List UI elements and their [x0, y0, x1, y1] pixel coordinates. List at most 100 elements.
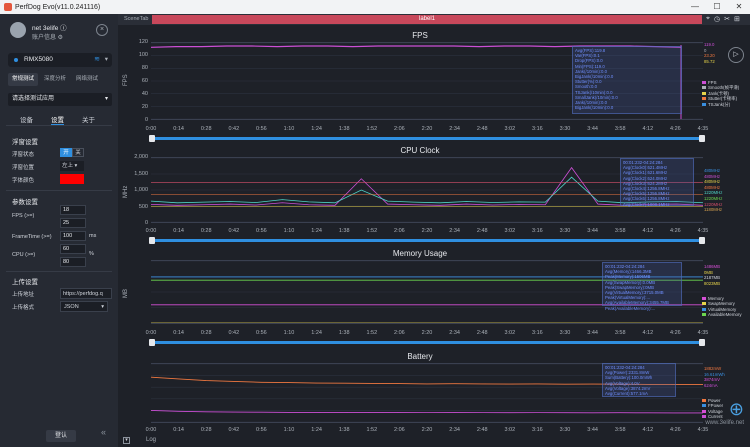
current-value: 1220MHz: [704, 195, 723, 201]
fps-threshold-input-2[interactable]: 25: [60, 218, 86, 228]
cpu-threshold-input-2[interactable]: 80: [60, 257, 86, 267]
x-tick-label: 0:42: [228, 228, 240, 234]
mode-tab-normal[interactable]: 常规测试: [8, 73, 39, 86]
device-name: RMX5080: [24, 56, 53, 63]
float-settings-title: 浮窗设置: [12, 139, 38, 146]
x-tick-label: 1:52: [366, 427, 378, 433]
maximize-button[interactable]: ☐: [706, 0, 728, 14]
x-tick-label: 0:56: [256, 228, 267, 234]
slider-handle-left[interactable]: [149, 135, 155, 142]
x-tick-label: 1:24: [311, 427, 322, 433]
window-controls: — ☐ ✕: [684, 0, 750, 14]
x-tick-label: 4:26: [670, 126, 681, 132]
x-tick-label: 1:24: [311, 126, 322, 132]
float-state-label: 浮窗状态: [12, 152, 35, 158]
font-color-swatch[interactable]: [60, 174, 84, 184]
cpu-threshold-input-1[interactable]: 60: [60, 244, 86, 254]
y-tick-label: 0: [144, 220, 148, 226]
x-tick-label: 3:30: [559, 228, 571, 234]
upload-url-input[interactable]: https://perfdog.q: [60, 288, 112, 299]
account-info-link[interactable]: 账户信息 ⚙: [32, 32, 63, 41]
login-button[interactable]: 登认: [46, 430, 76, 442]
memory-time-slider[interactable]: [149, 339, 705, 346]
title-bar: PerfDog Evo(v11.0.241116) — ☐ ✕: [0, 0, 750, 14]
right-strip: ▷: [722, 25, 750, 435]
x-tick-label: 2:48: [476, 228, 488, 234]
device-select[interactable]: RMX5080 ≋ ▾: [8, 53, 112, 67]
memory-y-label: MB: [123, 289, 129, 298]
float-state-toggle[interactable]: 开 关: [60, 148, 84, 157]
x-tick-label: 3:58: [614, 330, 626, 336]
fps-threshold-input-1[interactable]: 18: [60, 205, 86, 215]
float-off-option[interactable]: 关: [72, 148, 84, 157]
float-position-select[interactable]: 左上 ▾: [60, 161, 84, 171]
x-tick-label: 1:10: [283, 427, 295, 433]
params-settings-title: 参数设置: [12, 199, 38, 206]
slider-handle-right[interactable]: [699, 135, 705, 142]
play-icon[interactable]: ▷: [728, 47, 744, 63]
device-status-icon: [14, 58, 18, 62]
current-value: 480MHz: [704, 179, 721, 185]
upload-format-label: 上传格式: [12, 305, 35, 311]
app-select[interactable]: 请选择测试应用 ▾: [8, 93, 112, 106]
x-tick-label: 0:28: [200, 126, 212, 132]
fps-stats-box: Avg(FPS):119.8 Var(FPS):0.1 Drop(FPS):0.0 M…: [572, 46, 682, 114]
clock-icon[interactable]: ◷: [714, 15, 720, 23]
log-toggle-checkbox[interactable]: ▾: [123, 437, 130, 444]
tab-device[interactable]: 设备: [20, 114, 33, 125]
sidebar: net 3elife ⓘ 账户信息 ⚙ × RMX5080 ≋ ▾ 常规测试 深…: [0, 14, 118, 447]
x-tick-label: 0:28: [200, 228, 212, 234]
y-tick-label: 0: [144, 117, 148, 123]
chevron-down-icon: ▾: [104, 56, 108, 63]
top-icons: ⌖ ◷ ✂ ⊞: [706, 15, 740, 23]
legend-swatch: [702, 302, 706, 306]
x-tick-label: 3:16: [532, 330, 543, 336]
fps-time-slider[interactable]: [149, 135, 705, 142]
mode-tab-network[interactable]: 网络测试: [72, 73, 102, 86]
x-tick-label: 4:12: [642, 330, 654, 336]
slider-handle-left[interactable]: [149, 339, 155, 346]
tab-settings[interactable]: 设置: [51, 114, 64, 125]
avatar[interactable]: [10, 22, 26, 38]
float-on-option[interactable]: 开: [60, 148, 72, 157]
x-tick-label: 0:14: [173, 228, 184, 234]
x-tick-label: 2:20: [421, 126, 433, 132]
upload-format-select[interactable]: JSON ▾: [60, 301, 108, 312]
current-value: 23.20: [704, 53, 715, 59]
x-tick-label: 3:16: [532, 427, 543, 433]
x-tick-label: 3:02: [504, 330, 516, 336]
x-tick-label: 1:52: [366, 126, 378, 132]
scene-tab[interactable]: SceneTab: [124, 16, 148, 22]
x-tick-label: 2:06: [394, 330, 405, 336]
font-color-label: 字体颜色: [12, 178, 35, 184]
x-tick-label: 0:56: [256, 126, 267, 132]
x-tick-label: 2:06: [394, 427, 405, 433]
collapse-sidebar-icon[interactable]: «: [101, 427, 106, 437]
slider-handle-left[interactable]: [149, 237, 155, 244]
location-icon[interactable]: ⌖: [706, 15, 710, 23]
frametime-threshold-input[interactable]: 100: [60, 231, 86, 241]
x-tick-label: 0:00: [145, 126, 157, 132]
label-bar[interactable]: label1: [152, 15, 702, 24]
x-tick-label: 4:35: [697, 330, 709, 336]
current-value: 2187MB: [704, 275, 721, 281]
frametime-threshold-label: FrameTime (>=): [12, 234, 52, 240]
slider-handle-right[interactable]: [699, 339, 705, 346]
slider-handle-right[interactable]: [699, 237, 705, 244]
scissors-icon[interactable]: ✂: [724, 15, 730, 23]
minimize-button[interactable]: —: [684, 0, 706, 14]
mode-tab-deep[interactable]: 深度分析: [40, 73, 70, 86]
stat-line: Peak(AvailableMemory):...: [605, 305, 656, 311]
memory-chart-title: Memory Usage: [392, 249, 448, 258]
close-button[interactable]: ✕: [728, 0, 750, 14]
cpu-time-slider[interactable]: [149, 237, 705, 244]
tab-about[interactable]: 关于: [82, 114, 95, 125]
memory-stats-box: 00:01:232-04:24:284 Avg(Memory):1466.3MB P…: [602, 262, 682, 311]
stat-line: Avg(AvailableMemory):3455.7MB: [605, 300, 669, 306]
user-name: net 3elife ⓘ: [32, 25, 67, 32]
x-tick-label: 2:06: [394, 228, 405, 234]
watermark: ⊕ www.3elife.net: [690, 398, 744, 442]
close-icon[interactable]: ×: [96, 24, 108, 36]
grid-icon[interactable]: ⊞: [734, 15, 740, 23]
x-tick-label: 1:10: [283, 126, 295, 132]
